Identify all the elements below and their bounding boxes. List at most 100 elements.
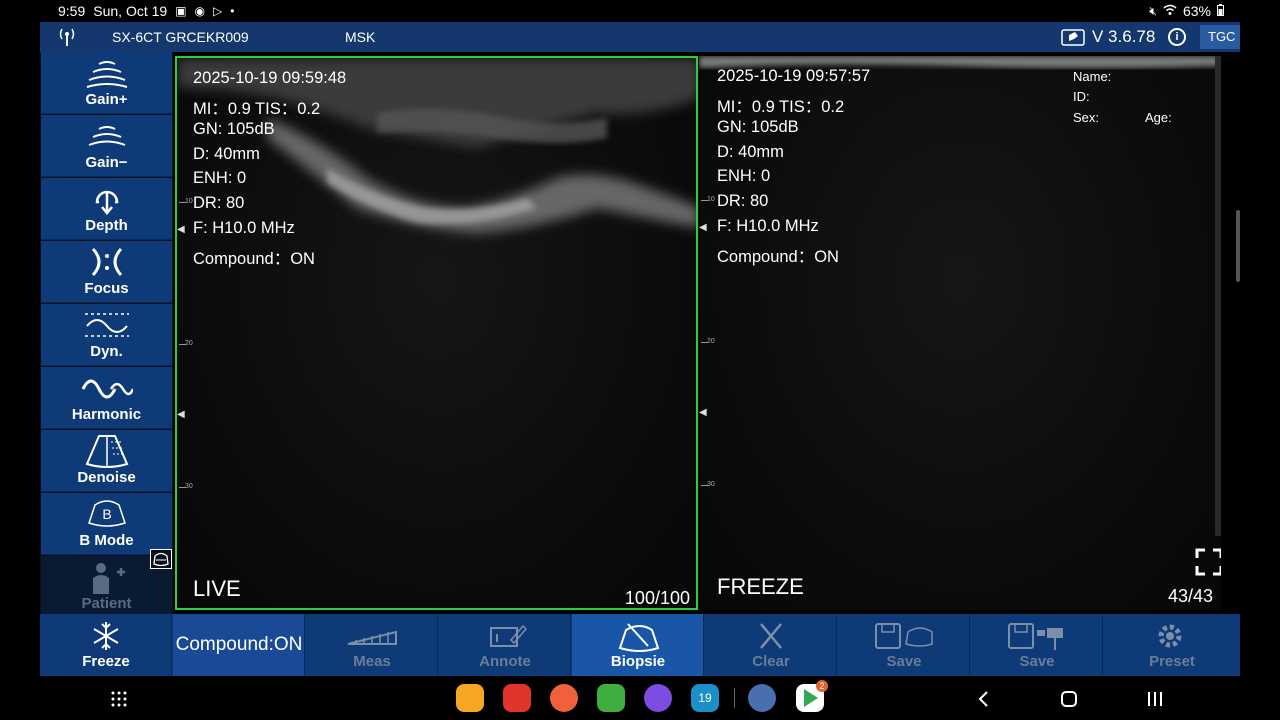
dynamic-range-button[interactable]: Dyn. xyxy=(41,304,172,366)
status-bar: 9:59 Sun, Oct 19 ▣ ◉ ▷ • 🔇︎ 63% xyxy=(0,0,1280,22)
notification-badge: 2 xyxy=(816,680,828,692)
files-app-icon[interactable] xyxy=(456,684,484,712)
browser-app-icon[interactable] xyxy=(644,684,672,712)
harmonic-button[interactable]: Harmonic xyxy=(41,367,172,429)
depth-icon xyxy=(95,190,119,215)
annote-button[interactable]: Annote xyxy=(439,614,571,676)
focus-marker: ◀ xyxy=(699,407,707,418)
compound-label: Compound:ON xyxy=(175,634,303,655)
gain-plus-label: Gain+ xyxy=(85,91,128,108)
save-video-icon xyxy=(1008,623,1063,650)
sync-icon: ◉ xyxy=(194,4,206,18)
b-mode-icon: B xyxy=(88,500,126,527)
bottom-toolbar: Freeze Compound:ON Meas Annote Biopsie C… xyxy=(40,614,1240,676)
fullscreen-icon[interactable] xyxy=(1195,548,1221,576)
enhancement-value: ENH: 0 xyxy=(193,169,247,187)
app-drawer-icon[interactable] xyxy=(110,690,128,708)
compound-button[interactable]: Compound:ON xyxy=(173,614,305,676)
patient-label: Patient xyxy=(81,595,132,612)
depth-value: D: 40mm xyxy=(717,143,784,161)
battery-level: 63% xyxy=(1182,3,1211,19)
ultrasound-image xyxy=(699,56,1221,536)
save-video-button[interactable]: Save xyxy=(971,614,1103,676)
calendar-app-icon[interactable]: 19 xyxy=(691,684,719,712)
clear-button[interactable]: Clear xyxy=(705,614,837,676)
freeze-label: Freeze xyxy=(82,653,130,670)
tgc-button[interactable]: TGC < xyxy=(1200,25,1240,68)
depth-tick-label: 10 xyxy=(185,198,193,205)
gain-minus-icon xyxy=(88,126,126,146)
info-icon[interactable]: i xyxy=(1168,28,1186,46)
mute-icon: 🔇︎ xyxy=(1149,4,1157,18)
b-mode-label: B Mode xyxy=(79,532,134,549)
save-video-label: Save xyxy=(1019,653,1055,670)
depth-tick-label: 20 xyxy=(707,338,715,345)
denoise-label: Denoise xyxy=(77,469,136,486)
focus-marker: ◀ xyxy=(177,409,185,420)
live-image-pane[interactable]: 10 20 30 ◀ ◀ 2025-10-19 09:59:48 MI：0.9 … xyxy=(175,56,698,610)
patient-name-label: Name: xyxy=(1073,69,1112,84)
timestamp: 2025-10-19 09:57:57 xyxy=(717,67,871,85)
wifi-icon xyxy=(1163,4,1177,19)
meas-button[interactable]: Meas xyxy=(306,614,438,676)
exam-preset[interactable]: MSK xyxy=(345,29,375,45)
compound-status: Compound：ON xyxy=(717,248,839,266)
freeze-button[interactable]: Freeze xyxy=(40,614,172,676)
live-label: LIVE xyxy=(193,576,241,601)
denoise-button[interactable]: Denoise xyxy=(41,430,172,492)
calculator-app-icon[interactable] xyxy=(597,684,625,712)
clear-label: Clear xyxy=(752,653,790,670)
gain-plus-icon xyxy=(86,61,128,88)
ruler-icon xyxy=(347,630,397,645)
dynamic-range-value: DR: 80 xyxy=(717,192,769,210)
harmonic-icon xyxy=(81,379,133,399)
gain-minus-button[interactable]: Gain− xyxy=(41,115,172,177)
gain-value: GN: 105dB xyxy=(717,118,799,136)
frame-counter: 100/100 xyxy=(624,588,690,608)
timestamp: 2025-10-19 09:59:48 xyxy=(193,69,347,87)
scroll-indicator[interactable] xyxy=(1236,210,1240,282)
dynamic-range-label: Dyn. xyxy=(90,343,123,360)
patient-sex-label: Sex: xyxy=(1073,110,1100,125)
contacts-app-icon[interactable] xyxy=(550,684,578,712)
focus-button[interactable]: Focus xyxy=(41,241,172,303)
clock: 9:59 xyxy=(58,3,86,19)
probe-select-icon[interactable] xyxy=(150,549,172,569)
gain-value: GN: 105dB xyxy=(193,120,275,138)
harmonic-label: Harmonic xyxy=(71,406,142,423)
home-icon[interactable] xyxy=(1057,688,1081,710)
app-header: SX-6CT GRCEKR009 MSK V 3.6.78 i TGC < xyxy=(40,22,1240,68)
gear-icon xyxy=(1158,624,1182,648)
depth-button[interactable]: Depth xyxy=(41,178,172,240)
more-notifications-icon: • xyxy=(230,4,235,18)
preset-label: Preset xyxy=(1149,653,1195,670)
screenshot-icon: ▣ xyxy=(175,4,187,18)
dynamic-range-icon xyxy=(85,313,129,337)
back-icon[interactable] xyxy=(972,688,996,710)
sidebar: Gain+ Gain− Depth Focus Dyn. Harmonic De… xyxy=(40,52,173,618)
gain-plus-button[interactable]: Gain+ xyxy=(41,52,172,114)
focus-marker: ◀ xyxy=(177,224,185,235)
depth-label: Depth xyxy=(85,217,128,234)
depth-tick-label: 30 xyxy=(707,481,715,488)
probe-icon[interactable] xyxy=(1060,27,1086,47)
denoise-icon xyxy=(85,435,129,468)
b-mode-button[interactable]: B B Mode xyxy=(41,493,172,555)
frozen-image-pane[interactable]: 10 20 30 ◀ ◀ 2025-10-19 09:57:57 MI：0.9 … xyxy=(699,56,1221,610)
depth-tick-label: 10 xyxy=(707,196,715,203)
device-name: SX-6CT GRCEKR009 xyxy=(112,29,249,45)
focus-marker: ◀ xyxy=(699,222,707,233)
settings-app-icon[interactable] xyxy=(748,684,776,712)
snowflake-icon xyxy=(93,622,119,650)
b-mode-glyph: B xyxy=(102,506,111,522)
preset-button[interactable]: Preset xyxy=(1104,614,1240,676)
office-app-icon[interactable] xyxy=(503,684,531,712)
recents-icon[interactable] xyxy=(1143,688,1167,710)
dynamic-range-value: DR: 80 xyxy=(193,194,245,212)
biopsy-icon xyxy=(618,623,660,652)
save-image-button[interactable]: Save xyxy=(838,614,970,676)
date: Sun, Oct 19 xyxy=(93,3,168,19)
biopsie-button[interactable]: Biopsie xyxy=(572,614,704,676)
battery-icon xyxy=(1217,3,1224,19)
compound-status: Compound：ON xyxy=(193,250,315,268)
